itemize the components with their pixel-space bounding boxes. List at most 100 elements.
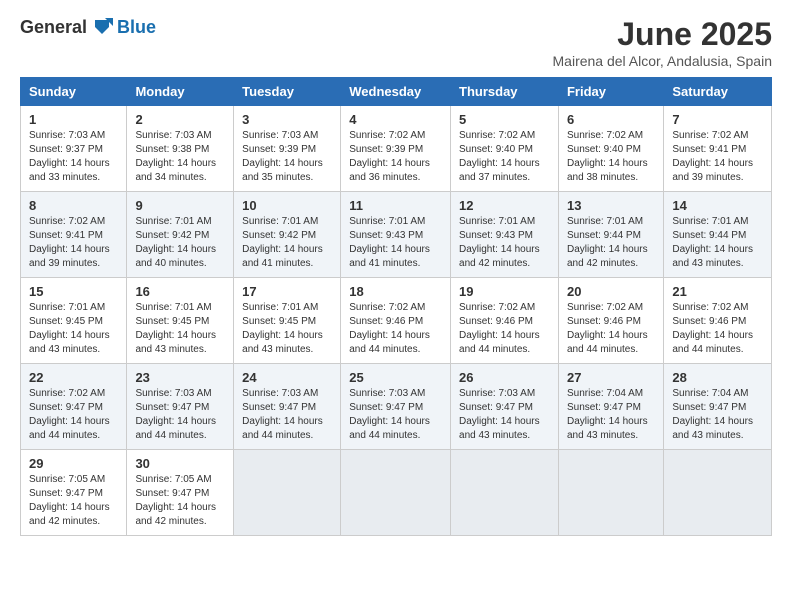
calendar-cell: 9 Sunrise: 7:01 AM Sunset: 9:42 PM Daylig… bbox=[127, 192, 234, 278]
calendar-cell: 3Sunrise: 7:03 AM Sunset: 9:39 PM Daylig… bbox=[234, 106, 341, 192]
day-info: Sunrise: 7:01 AM Sunset: 9:43 PM Dayligh… bbox=[349, 215, 442, 271]
calendar-cell: 4 Sunrise: 7:02 AM Sunset: 9:39 PM Daylig… bbox=[341, 106, 451, 192]
day-info: Sunrise: 7:05 AM Sunset: 9:47 PM Dayligh… bbox=[135, 473, 225, 529]
day-info: Sunrise: 7:02 AM Sunset: 9:47 PM Dayligh… bbox=[29, 387, 118, 443]
main-title: June 2025 bbox=[553, 16, 772, 53]
logo-arrow-icon bbox=[91, 16, 113, 38]
day-number: 19 bbox=[459, 284, 550, 299]
day-number: 10 bbox=[242, 198, 332, 213]
calendar-cell: 16Sunrise: 7:01 AM Sunset: 9:45 PM Dayli… bbox=[127, 278, 234, 364]
calendar-cell bbox=[234, 450, 341, 536]
day-info: Sunrise: 7:01 AM Sunset: 9:45 PM Dayligh… bbox=[29, 301, 118, 357]
day-number: 20 bbox=[567, 284, 655, 299]
calendar-cell: 13 Sunrise: 7:01 AM Sunset: 9:44 PM Dayli… bbox=[558, 192, 663, 278]
calendar-cell: 18 Sunrise: 7:02 AM Sunset: 9:46 PM Dayli… bbox=[341, 278, 451, 364]
day-info: Sunrise: 7:03 AM Sunset: 9:47 PM Dayligh… bbox=[349, 387, 442, 443]
calendar-cell: 21Sunrise: 7:02 AM Sunset: 9:46 PM Dayli… bbox=[664, 278, 772, 364]
day-info: Sunrise: 7:03 AM Sunset: 9:38 PM Dayligh… bbox=[135, 129, 225, 185]
calendar-cell: 8Sunrise: 7:02 AM Sunset: 9:41 PM Daylig… bbox=[21, 192, 127, 278]
calendar-cell: 10 Sunrise: 7:01 AM Sunset: 9:42 PM Dayli… bbox=[234, 192, 341, 278]
day-number: 26 bbox=[459, 370, 550, 385]
day-number: 23 bbox=[135, 370, 225, 385]
calendar-cell: 23 Sunrise: 7:03 AM Sunset: 9:47 PM Dayli… bbox=[127, 364, 234, 450]
day-info: Sunrise: 7:02 AM Sunset: 9:46 PM Dayligh… bbox=[459, 301, 550, 357]
day-info: Sunrise: 7:01 AM Sunset: 9:45 PM Dayligh… bbox=[242, 301, 332, 357]
calendar-cell bbox=[451, 450, 559, 536]
week-row-1: 1Sunrise: 7:03 AM Sunset: 9:37 PM Daylig… bbox=[21, 106, 772, 192]
calendar-cell: 19 Sunrise: 7:02 AM Sunset: 9:46 PM Dayli… bbox=[451, 278, 559, 364]
col-sunday: Sunday bbox=[21, 78, 127, 106]
day-number: 16 bbox=[135, 284, 225, 299]
calendar-cell: 1Sunrise: 7:03 AM Sunset: 9:37 PM Daylig… bbox=[21, 106, 127, 192]
day-number: 30 bbox=[135, 456, 225, 471]
calendar-cell bbox=[664, 450, 772, 536]
day-info: Sunrise: 7:02 AM Sunset: 9:39 PM Dayligh… bbox=[349, 129, 442, 185]
day-number: 14 bbox=[672, 198, 763, 213]
col-wednesday: Wednesday bbox=[341, 78, 451, 106]
day-number: 6 bbox=[567, 112, 655, 127]
col-monday: Monday bbox=[127, 78, 234, 106]
day-info: Sunrise: 7:02 AM Sunset: 9:46 PM Dayligh… bbox=[672, 301, 763, 357]
calendar-cell: 14 Sunrise: 7:01 AM Sunset: 9:44 PM Dayli… bbox=[664, 192, 772, 278]
logo-blue-text: Blue bbox=[117, 17, 156, 38]
day-number: 12 bbox=[459, 198, 550, 213]
day-number: 18 bbox=[349, 284, 442, 299]
day-number: 25 bbox=[349, 370, 442, 385]
day-info: Sunrise: 7:03 AM Sunset: 9:37 PM Dayligh… bbox=[29, 129, 118, 185]
day-number: 29 bbox=[29, 456, 118, 471]
title-block: June 2025 Mairena del Alcor, Andalusia, … bbox=[553, 16, 772, 69]
day-number: 24 bbox=[242, 370, 332, 385]
day-info: Sunrise: 7:03 AM Sunset: 9:47 PM Dayligh… bbox=[135, 387, 225, 443]
week-row-3: 15Sunrise: 7:01 AM Sunset: 9:45 PM Dayli… bbox=[21, 278, 772, 364]
day-number: 11 bbox=[349, 198, 442, 213]
calendar-cell: 15Sunrise: 7:01 AM Sunset: 9:45 PM Dayli… bbox=[21, 278, 127, 364]
day-info: Sunrise: 7:01 AM Sunset: 9:44 PM Dayligh… bbox=[567, 215, 655, 271]
day-number: 5 bbox=[459, 112, 550, 127]
calendar-cell: 17 Sunrise: 7:01 AM Sunset: 9:45 PM Dayli… bbox=[234, 278, 341, 364]
subtitle: Mairena del Alcor, Andalusia, Spain bbox=[553, 53, 772, 69]
calendar-cell: 12 Sunrise: 7:01 AM Sunset: 9:43 PM Dayli… bbox=[451, 192, 559, 278]
day-number: 17 bbox=[242, 284, 332, 299]
day-number: 3 bbox=[242, 112, 332, 127]
col-tuesday: Tuesday bbox=[234, 78, 341, 106]
calendar-cell: 30 Sunrise: 7:05 AM Sunset: 9:47 PM Dayli… bbox=[127, 450, 234, 536]
day-number: 7 bbox=[672, 112, 763, 127]
day-number: 4 bbox=[349, 112, 442, 127]
col-friday: Friday bbox=[558, 78, 663, 106]
calendar-cell: 6 Sunrise: 7:02 AM Sunset: 9:40 PM Daylig… bbox=[558, 106, 663, 192]
calendar-cell: 7Sunrise: 7:02 AM Sunset: 9:41 PM Daylig… bbox=[664, 106, 772, 192]
header: General Blue June 2025 Mairena del Alcor… bbox=[20, 16, 772, 69]
day-info: Sunrise: 7:04 AM Sunset: 9:47 PM Dayligh… bbox=[672, 387, 763, 443]
col-thursday: Thursday bbox=[451, 78, 559, 106]
day-number: 9 bbox=[135, 198, 225, 213]
calendar-cell: 27Sunrise: 7:04 AM Sunset: 9:47 PM Dayli… bbox=[558, 364, 663, 450]
day-info: Sunrise: 7:02 AM Sunset: 9:40 PM Dayligh… bbox=[567, 129, 655, 185]
day-number: 27 bbox=[567, 370, 655, 385]
day-number: 13 bbox=[567, 198, 655, 213]
logo: General Blue bbox=[20, 16, 156, 38]
day-number: 2 bbox=[135, 112, 225, 127]
calendar-header-row: Sunday Monday Tuesday Wednesday Thursday… bbox=[21, 78, 772, 106]
col-saturday: Saturday bbox=[664, 78, 772, 106]
calendar-cell: 5Sunrise: 7:02 AM Sunset: 9:40 PM Daylig… bbox=[451, 106, 559, 192]
day-number: 22 bbox=[29, 370, 118, 385]
week-row-2: 8Sunrise: 7:02 AM Sunset: 9:41 PM Daylig… bbox=[21, 192, 772, 278]
logo-text: General bbox=[20, 17, 87, 38]
day-info: Sunrise: 7:01 AM Sunset: 9:43 PM Dayligh… bbox=[459, 215, 550, 271]
day-info: Sunrise: 7:01 AM Sunset: 9:42 PM Dayligh… bbox=[135, 215, 225, 271]
day-info: Sunrise: 7:01 AM Sunset: 9:42 PM Dayligh… bbox=[242, 215, 332, 271]
calendar-cell: 11 Sunrise: 7:01 AM Sunset: 9:43 PM Dayli… bbox=[341, 192, 451, 278]
calendar-cell: 25 Sunrise: 7:03 AM Sunset: 9:47 PM Dayli… bbox=[341, 364, 451, 450]
calendar-table: Sunday Monday Tuesday Wednesday Thursday… bbox=[20, 77, 772, 536]
day-info: Sunrise: 7:02 AM Sunset: 9:46 PM Dayligh… bbox=[349, 301, 442, 357]
week-row-5: 29 Sunrise: 7:05 AM Sunset: 9:47 PM Dayli… bbox=[21, 450, 772, 536]
day-info: Sunrise: 7:02 AM Sunset: 9:46 PM Dayligh… bbox=[567, 301, 655, 357]
calendar-cell: 24Sunrise: 7:03 AM Sunset: 9:47 PM Dayli… bbox=[234, 364, 341, 450]
calendar-cell: 20 Sunrise: 7:02 AM Sunset: 9:46 PM Dayli… bbox=[558, 278, 663, 364]
calendar-cell bbox=[341, 450, 451, 536]
day-info: Sunrise: 7:05 AM Sunset: 9:47 PM Dayligh… bbox=[29, 473, 118, 529]
day-number: 8 bbox=[29, 198, 118, 213]
day-info: Sunrise: 7:03 AM Sunset: 9:47 PM Dayligh… bbox=[459, 387, 550, 443]
day-info: Sunrise: 7:01 AM Sunset: 9:44 PM Dayligh… bbox=[672, 215, 763, 271]
page-container: General Blue June 2025 Mairena del Alcor… bbox=[0, 0, 792, 552]
